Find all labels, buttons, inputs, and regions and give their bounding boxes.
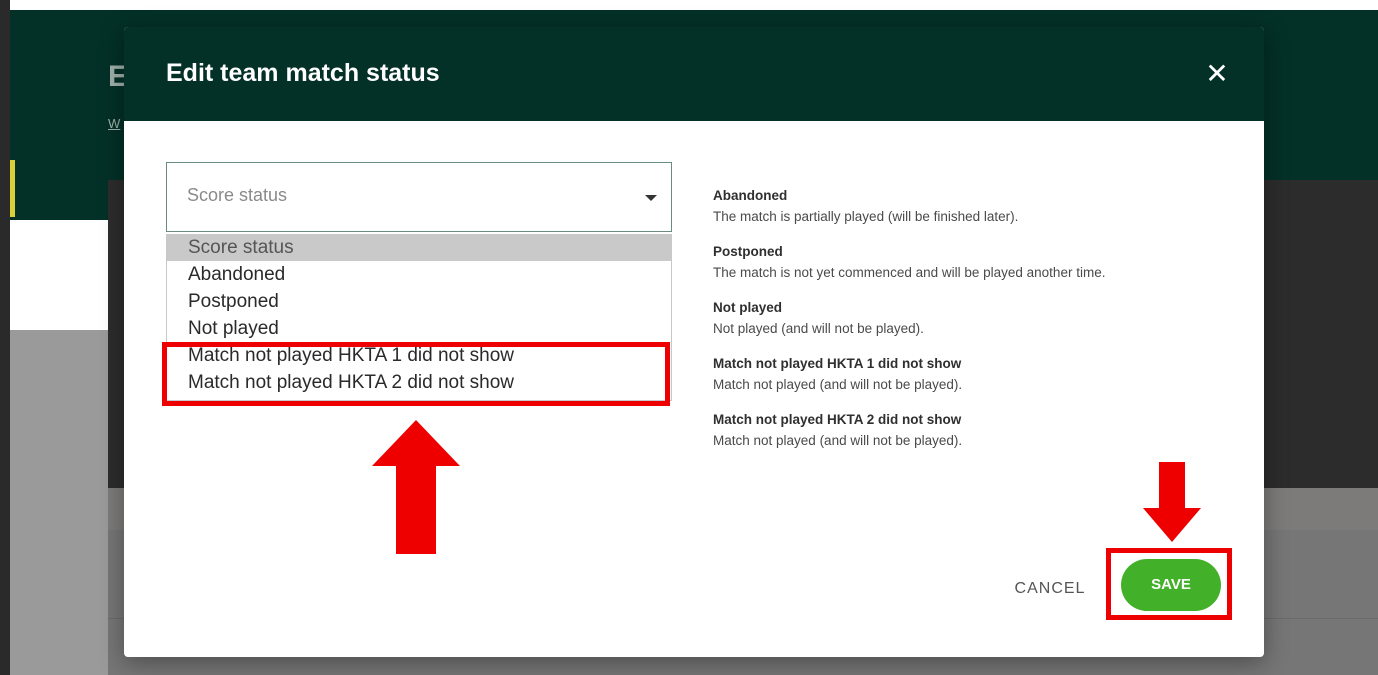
description-hkta1-no-show: Match not played HKTA 1 did not show Mat… — [713, 356, 1233, 392]
description-text: The match is not yet commenced and will … — [713, 265, 1106, 280]
annotation-highlight-options — [162, 342, 670, 406]
status-descriptions: Abandoned The match is partially played … — [713, 188, 1233, 468]
description-text: Not played (and will not be played). — [713, 321, 924, 336]
description-title: Postponed — [713, 244, 783, 259]
description-title: Not played — [713, 300, 783, 315]
dialog-title: Edit team match status — [166, 59, 440, 87]
option-not-played[interactable]: Not played — [167, 315, 671, 342]
background-accent-bar — [10, 160, 15, 217]
option-abandoned[interactable]: Abandoned — [167, 261, 671, 288]
background-grey-panel — [10, 330, 108, 675]
description-title: Abandoned — [713, 188, 788, 203]
score-status-select[interactable]: Score status — [166, 162, 672, 232]
select-value: Score status — [187, 185, 288, 205]
description-hkta2-no-show: Match not played HKTA 2 did not show Mat… — [713, 412, 1233, 448]
description-abandoned: Abandoned The match is partially played … — [713, 188, 1233, 224]
annotation-down-arrow — [1143, 462, 1201, 542]
description-title: Match not played HKTA 2 did not show — [713, 412, 962, 427]
description-not-played: Not played Not played (and will not be p… — [713, 300, 1233, 336]
annotation-up-arrow — [372, 420, 460, 554]
chevron-down-icon — [645, 195, 657, 201]
description-text: The match is partially played (will be f… — [713, 209, 1019, 224]
cancel-button[interactable]: CANCEL — [1000, 575, 1100, 603]
dialog-header: Edit team match status ✕ — [124, 27, 1264, 121]
description-title: Match not played HKTA 1 did not show — [713, 356, 962, 371]
option-score-status[interactable]: Score status — [167, 234, 671, 261]
close-icon[interactable]: ✕ — [1200, 57, 1234, 91]
description-postponed: Postponed The match is not yet commenced… — [713, 244, 1233, 280]
background-page-link[interactable]: W — [108, 116, 120, 131]
description-text: Match not played (and will not be played… — [713, 377, 963, 392]
option-postponed[interactable]: Postponed — [167, 288, 671, 315]
background-left-strip — [0, 0, 10, 675]
description-text: Match not played (and will not be played… — [713, 433, 963, 448]
annotation-highlight-save — [1106, 548, 1232, 620]
